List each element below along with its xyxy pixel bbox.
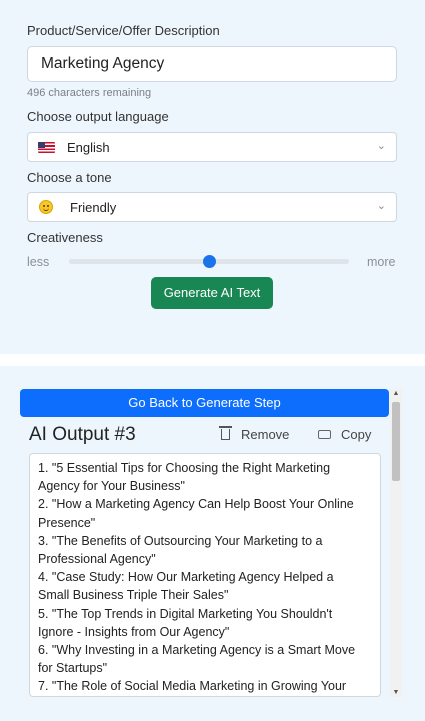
- output-textarea[interactable]: 1. "5 Essential Tips for Choosing the Ri…: [29, 453, 381, 697]
- description-label: Product/Service/Offer Description: [27, 23, 220, 38]
- generator-form: Product/Service/Offer Description Market…: [0, 0, 425, 354]
- scrollbar[interactable]: ▲ ▼: [390, 389, 402, 697]
- tone-label: Choose a tone: [27, 170, 112, 185]
- range-min-label: less: [27, 255, 50, 269]
- output-line: 4. "Case Study: How Our Marketing Agency…: [38, 570, 334, 585]
- scrollbar-handle[interactable]: [392, 402, 400, 481]
- keyboard-icon: [318, 430, 331, 439]
- output-title: AI Output #3: [29, 424, 136, 445]
- scroll-down-icon[interactable]: ▼: [390, 689, 402, 696]
- copy-button[interactable]: Copy: [318, 427, 371, 442]
- language-value: English: [67, 140, 110, 155]
- creativeness-slider[interactable]: [69, 255, 349, 268]
- output-line: Agency for Your Business": [38, 479, 185, 494]
- chevron-down-icon: ⌄: [376, 200, 386, 212]
- range-max-label: more: [367, 255, 396, 269]
- output-line: 2. "How a Marketing Agency Can Help Boos…: [38, 497, 354, 512]
- scroll-up-icon[interactable]: ▲: [390, 390, 402, 397]
- characters-remaining: 496 characters remaining: [27, 87, 152, 99]
- description-input[interactable]: Marketing Agency: [27, 46, 397, 82]
- output-line: 3. "The Benefits of Outsourcing Your Mar…: [38, 533, 323, 548]
- copy-label: Copy: [341, 427, 372, 442]
- output-line: 1. "5 Essential Tips for Choosing the Ri…: [38, 461, 331, 475]
- creativeness-label: Creativeness: [27, 230, 103, 245]
- output-panel: Go Back to Generate Step ▲ ▼ AI Output #…: [0, 366, 425, 721]
- smiley-icon: [39, 200, 53, 214]
- slider-thumb[interactable]: [203, 255, 216, 268]
- chevron-down-icon: ⌄: [376, 140, 386, 152]
- trash-icon: [219, 426, 232, 440]
- language-select[interactable]: English ⌄: [27, 132, 397, 162]
- generate-button[interactable]: Generate AI Text: [151, 277, 273, 309]
- output-line: 6. "Why Investing in a Marketing Agency …: [38, 643, 356, 658]
- remove-label: Remove: [241, 427, 290, 442]
- remove-button[interactable]: Remove: [219, 426, 290, 442]
- us-flag-icon: [38, 142, 55, 153]
- tone-select[interactable]: Friendly ⌄: [27, 192, 397, 222]
- output-line: Ignore - Insights from Our Agency": [38, 624, 230, 639]
- output-line: 7. "The Role of Social Media Marketing i…: [38, 679, 347, 694]
- language-label: Choose output language: [27, 109, 169, 124]
- go-back-button[interactable]: Go Back to Generate Step: [20, 389, 389, 417]
- output-line: Presence": [38, 515, 96, 530]
- output-line: Professional Agency": [38, 552, 156, 567]
- tone-value: Friendly: [70, 200, 117, 215]
- output-line: for Startups": [38, 661, 108, 676]
- output-line: Small Business Triple Their Sales": [38, 588, 229, 603]
- output-line: 5. "The Top Trends in Digital Marketing …: [38, 606, 333, 621]
